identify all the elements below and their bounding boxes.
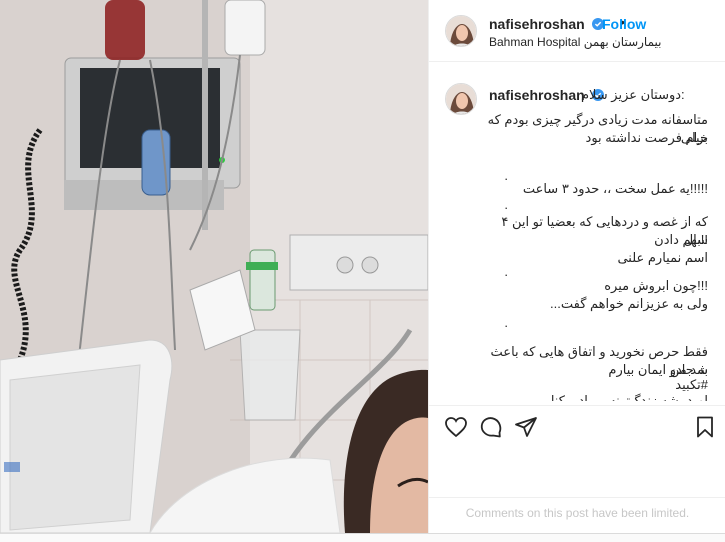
hospital-selfie-image xyxy=(0,0,428,533)
post-photo[interactable] xyxy=(0,0,428,533)
caption-line: !!!!!یه عمل سخت ،، حدود ۳ ساعت xyxy=(522,181,708,196)
caption-line: !!!چون ابروش میره xyxy=(604,278,708,293)
follow-button[interactable]: Follow xyxy=(602,16,646,32)
heart-icon xyxy=(445,417,467,438)
save-button[interactable] xyxy=(693,415,717,439)
comment-button[interactable] xyxy=(479,415,503,439)
caption-greeting: دوستان عزیز سلام: xyxy=(581,87,685,102)
like-button[interactable] xyxy=(444,415,468,439)
post-panel: nafisehroshan • Follow Bahman Hospital ب… xyxy=(428,0,725,533)
page-bottom-edge xyxy=(0,533,725,542)
caption-line: برام فرصت نداشته بود xyxy=(585,130,708,145)
caption-line: ولی به عزیزانم خواهم گفت... xyxy=(550,296,708,311)
caption-username-text[interactable]: nafisehroshan xyxy=(489,87,585,103)
comments-limited-notice: Comments on this post have been limited. xyxy=(429,497,725,533)
action-bar xyxy=(429,405,725,447)
author-username-text[interactable]: nafisehroshan xyxy=(489,16,585,32)
share-button[interactable] xyxy=(514,415,538,439)
caption-dot: . xyxy=(504,264,508,279)
bookmark-icon xyxy=(697,416,713,438)
caption-line: اسم نمیارم علنی xyxy=(617,250,708,265)
caption-dot: . xyxy=(504,197,508,212)
author-username[interactable]: nafisehroshan xyxy=(489,16,604,32)
caption-line: امید بشه زندگیتونه و بیاد و کنار xyxy=(544,393,708,401)
comment-icon xyxy=(480,417,502,438)
caption-area: nafisehroshan دوستان عزیز سلام: متاسفانه… xyxy=(429,63,725,401)
caption-author-avatar[interactable] xyxy=(445,83,477,115)
author-avatar[interactable] xyxy=(445,15,477,47)
paper-plane-icon xyxy=(515,417,537,437)
caption-line: !!بهم دادن xyxy=(654,232,708,247)
post-location[interactable]: Bahman Hospital بیمارستان بهمن xyxy=(489,35,662,49)
caption-dot: . xyxy=(504,315,508,330)
post-header: nafisehroshan • Follow Bahman Hospital ب… xyxy=(429,0,725,62)
